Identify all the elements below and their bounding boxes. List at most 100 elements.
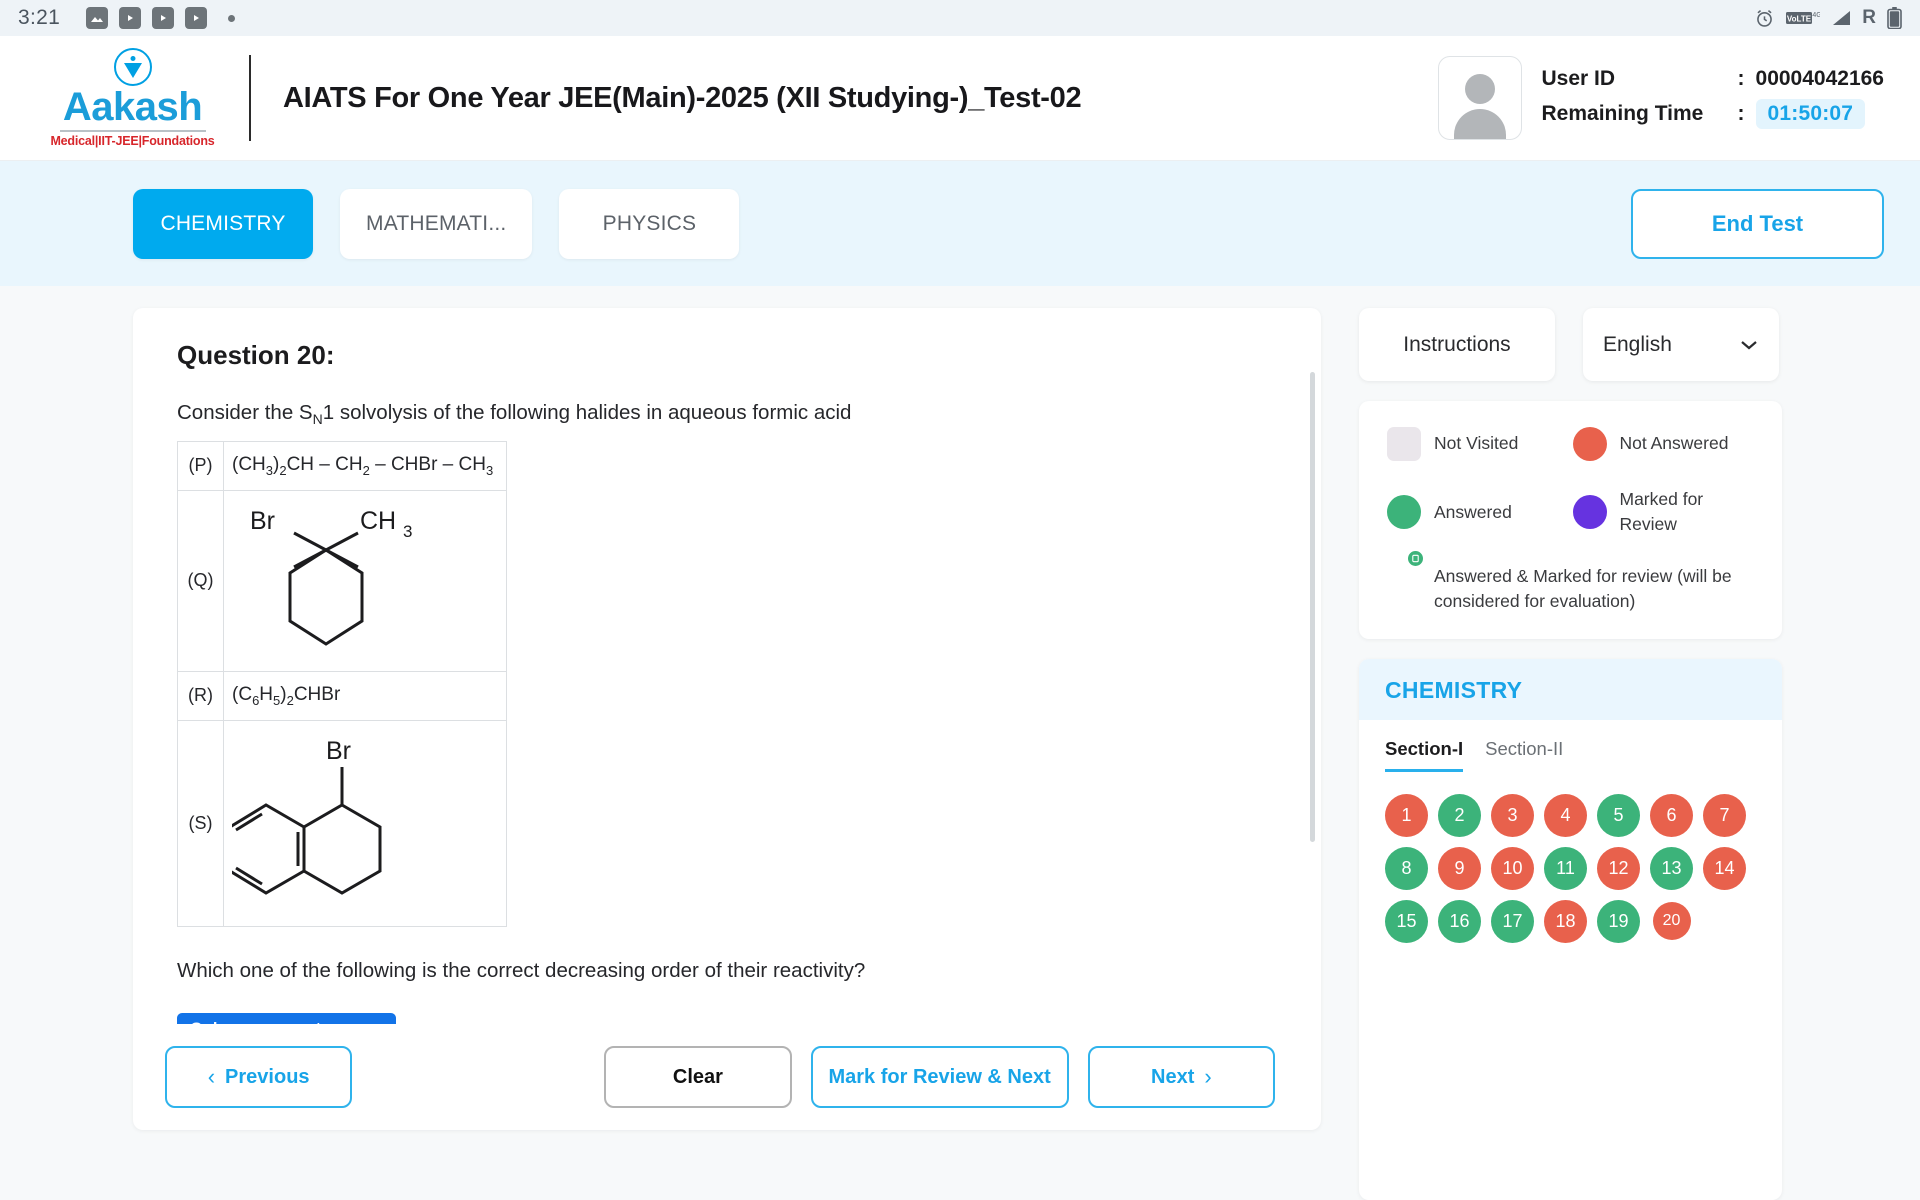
tab-section-ii[interactable]: Section-II: [1485, 738, 1563, 772]
instructions-button[interactable]: Instructions: [1359, 308, 1555, 381]
end-test-button[interactable]: End Test: [1631, 188, 1884, 259]
remaining-time-row: Remaining Time : 01:50:07: [1542, 99, 1884, 129]
alarm-icon: [1754, 8, 1775, 29]
more-notifications-dot-icon: [228, 14, 236, 22]
question-number-3[interactable]: 3: [1491, 793, 1534, 837]
youtube-icon: [119, 7, 142, 29]
question-number-19[interactable]: 19: [1597, 899, 1640, 943]
question-number-4[interactable]: 4: [1544, 793, 1587, 837]
svg-text:Br: Br: [326, 737, 351, 765]
svg-text:VoLTE: VoLTE: [1787, 15, 1812, 24]
legend-marked-for-review: Marked for Review: [1572, 487, 1759, 538]
halides-table: (P) (CH3)2CH – CH2 – CHBr – CH3 (Q) Br C…: [177, 441, 507, 927]
question-stem-subscript: N: [312, 411, 323, 428]
legend-label: Answered & Marked for review (will be co…: [1434, 565, 1732, 612]
chevron-left-icon: ‹: [207, 1064, 216, 1089]
question-card: Question 20: Consider the SN1 solvolysis…: [133, 308, 1321, 1130]
remaining-time-value: 01:50:07: [1755, 99, 1866, 129]
question-number-12[interactable]: 12: [1597, 846, 1640, 890]
subject-tab-strip: CHEMISTRY MATHEMATI... PHYSICS End Test: [0, 161, 1920, 286]
legend-label: Not Answered: [1619, 433, 1729, 454]
clear-button[interactable]: Clear: [604, 1046, 792, 1108]
question-number-5[interactable]: 5: [1597, 793, 1640, 837]
tab-chemistry[interactable]: CHEMISTRY: [133, 188, 313, 259]
row-structure-s: Br: [223, 719, 507, 927]
question-number-15[interactable]: 15: [1385, 899, 1428, 943]
roaming-icon: R: [1862, 7, 1876, 28]
answered-swatch-icon: [1387, 495, 1421, 530]
legend-answered-and-marked: Answered & Marked for review (will be co…: [1387, 550, 1758, 615]
row-label-q: (Q): [177, 489, 224, 672]
panel-top-controls: Instructions English: [1359, 308, 1782, 381]
subject-tabs: CHEMISTRY MATHEMATI... PHYSICS: [133, 188, 740, 259]
right-panel: Instructions English Not Visited Not Ans…: [1359, 308, 1782, 1200]
legend-label: Marked for Review: [1619, 489, 1704, 535]
question-number-7[interactable]: 7: [1703, 793, 1746, 837]
question-number-17[interactable]: 17: [1491, 899, 1534, 943]
app-header: Aakash Medical|IIT-JEE|Foundations AIATS…: [0, 36, 1920, 161]
question-tail: Which one of the following is the correc…: [177, 958, 866, 982]
page-title: AIATS For One Year JEE(Main)-2025 (XII S…: [283, 81, 1082, 114]
mark-for-review-next-button[interactable]: Mark for Review & Next: [810, 1046, 1069, 1108]
svg-text:4G: 4G: [1813, 12, 1821, 19]
question-number-16[interactable]: 16: [1438, 899, 1481, 943]
question-number-14[interactable]: 14: [1703, 846, 1746, 890]
table-row: (P) (CH3)2CH – CH2 – CHBr – CH3: [177, 441, 507, 491]
user-id-row: User ID : 00004042166: [1542, 67, 1884, 91]
row-label-s: (S): [177, 719, 224, 927]
question-number-9[interactable]: 9: [1438, 846, 1481, 890]
tab-mathematics[interactable]: MATHEMATI...: [340, 188, 533, 259]
question-number-11[interactable]: 11: [1544, 846, 1587, 890]
language-select[interactable]: English: [1583, 308, 1779, 381]
legend-not-answered: Not Answered: [1572, 427, 1759, 461]
svg-text:CH: CH: [360, 507, 396, 535]
row-structure-q: Br CH 3: [223, 489, 507, 672]
question-number-10[interactable]: 10: [1491, 846, 1534, 890]
question-palette: CHEMISTRY Section-I Section-II 123456789…: [1359, 658, 1782, 1200]
image-icon: [86, 7, 109, 29]
aakash-logo: Aakash Medical|IIT-JEE|Foundations: [40, 48, 225, 148]
question-number-1[interactable]: 1: [1385, 793, 1428, 837]
legend-not-visited: Not Visited: [1387, 427, 1573, 461]
language-select-value: English: [1603, 332, 1672, 356]
previous-button-label: Previous: [225, 1065, 310, 1088]
logo-wordmark: Aakash: [62, 85, 203, 129]
question-actions: ‹ Previous Clear Mark for Review & Next …: [133, 1024, 1321, 1130]
question-number-6[interactable]: 6: [1650, 793, 1693, 837]
question-number-18[interactable]: 18: [1544, 899, 1587, 943]
question-number-grid: 1 2 3 4 5 6 7 8 9 10 11 12 13 14 15 16 17 18 19 20: [1359, 772, 1782, 969]
tab-physics[interactable]: PHYSICS: [559, 188, 740, 259]
user-id-label: User ID: [1541, 67, 1616, 90]
table-row: (S) Br: [177, 719, 507, 927]
next-button[interactable]: Next ›: [1087, 1046, 1275, 1108]
logo-divider: [59, 130, 206, 132]
question-scrollbar[interactable]: [1310, 372, 1315, 1072]
avatar: [1437, 56, 1522, 140]
question-scrollbar-thumb[interactable]: [1310, 372, 1315, 842]
signal-bars-icon: [1831, 9, 1851, 27]
next-button-label: Next: [1151, 1065, 1195, 1088]
battery-icon: [1887, 7, 1902, 29]
not-answered-swatch-icon: [1572, 427, 1607, 461]
previous-button[interactable]: ‹ Previous: [165, 1046, 353, 1108]
chevron-down-icon: [1739, 333, 1759, 357]
question-number-2[interactable]: 2: [1438, 793, 1481, 837]
svg-text:3: 3: [403, 522, 412, 541]
legend-answered: Answered: [1387, 487, 1573, 538]
evaluation-badge-icon: [1408, 550, 1423, 566]
youtube-icon: [185, 7, 208, 29]
logo-tagline: Medical|IIT-JEE|Foundations: [50, 134, 215, 148]
row-label-r: (R): [177, 670, 224, 721]
question-number-13[interactable]: 13: [1650, 846, 1693, 890]
remaining-time-colon: :: [1737, 102, 1745, 125]
status-clock: 3:21: [18, 6, 61, 29]
status-notification-icons: [86, 7, 236, 29]
row-label-p: (P): [177, 441, 224, 491]
question-number-8[interactable]: 8: [1385, 846, 1428, 890]
tab-section-i[interactable]: Section-I: [1385, 738, 1464, 772]
user-info-block: User ID : 00004042166 Remaining Time : 0…: [1437, 56, 1884, 140]
question-number-20[interactable]: 20: [1652, 902, 1691, 940]
main-body: Question 20: Consider the SN1 solvolysis…: [0, 286, 1920, 1200]
status-bar: 3:21 VoLTE 4G R: [0, 0, 1920, 36]
remaining-time-label: Remaining Time: [1541, 102, 1704, 125]
